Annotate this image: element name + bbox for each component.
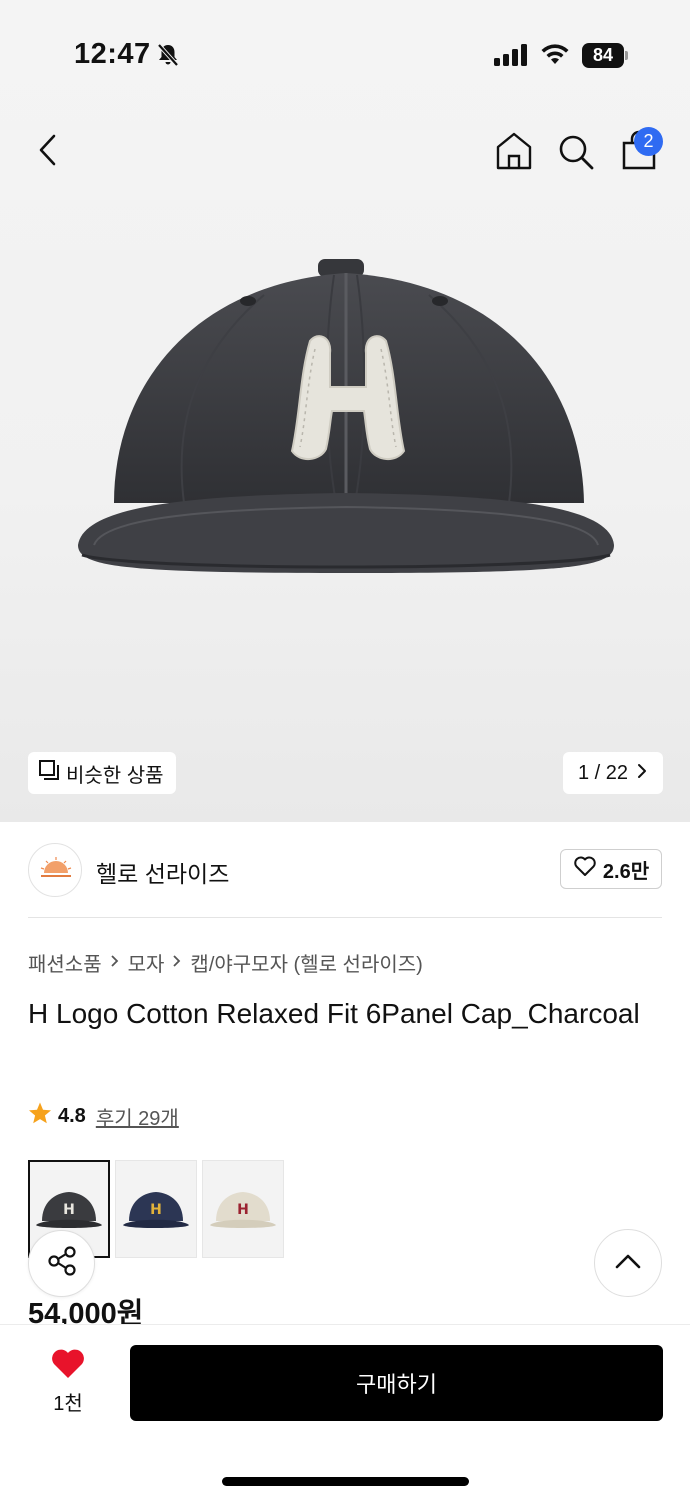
chevron-right-icon	[110, 951, 120, 974]
pager-text: 1 / 22	[577, 761, 629, 784]
brand-like-count: 2.6만	[602, 860, 650, 883]
rating-value: 4.8	[58, 1104, 86, 1127]
breadcrumb-item[interactable]: 캡/야구모자 (헬로 선라이즈)	[190, 948, 422, 977]
back-icon[interactable]	[30, 130, 66, 170]
similar-icon	[38, 759, 60, 787]
battery-icon: 84	[582, 43, 628, 68]
chevron-right-icon	[172, 951, 182, 974]
status-time: 12:47	[74, 38, 151, 70]
product-like-count: 1천	[53, 1393, 83, 1415]
battery-level: 84	[582, 43, 624, 68]
brand-name[interactable]: 헬로 선라이즈	[96, 855, 229, 889]
divider	[28, 917, 662, 918]
product-title: H Logo Cotton Relaxed Fit 6Panel Cap_Cha…	[28, 998, 640, 1029]
svg-text:H: H	[63, 1202, 75, 1218]
signal-icon	[494, 44, 528, 71]
share-button[interactable]	[28, 1230, 95, 1297]
scroll-top-button[interactable]	[594, 1229, 662, 1297]
share-icon	[45, 1244, 79, 1283]
heart-filled-icon	[50, 1349, 86, 1384]
image-pager[interactable]: 1 / 22	[563, 752, 663, 794]
cart-count-badge[interactable]: 2	[634, 127, 663, 156]
bell-off-icon	[155, 42, 181, 73]
variant-thumb-navy[interactable]: H	[115, 1160, 197, 1258]
breadcrumb-item[interactable]: 모자	[128, 948, 165, 977]
breadcrumb-item[interactable]: 패션소품	[28, 948, 102, 977]
chevron-right-icon	[636, 762, 648, 785]
search-icon[interactable]	[556, 132, 596, 172]
wifi-icon	[540, 42, 570, 71]
product-cap-image[interactable]	[74, 255, 619, 585]
svg-text:H: H	[237, 1202, 249, 1218]
rating-row: 4.8 후기 29개	[28, 1101, 179, 1131]
similar-products-button[interactable]: 비슷한 상품	[28, 752, 176, 794]
buy-button[interactable]: 구매하기	[130, 1345, 663, 1421]
chevron-up-icon	[614, 1252, 642, 1275]
variant-thumb-cream[interactable]: H	[202, 1160, 284, 1258]
breadcrumb: 패션소품 모자 캡/야구모자 (헬로 선라이즈)	[28, 948, 423, 977]
brand-like-button[interactable]: 2.6만	[560, 849, 662, 889]
star-icon	[28, 1101, 52, 1131]
heart-outline-icon	[573, 855, 597, 883]
review-link[interactable]: 후기 29개	[96, 1102, 179, 1131]
product-like-button[interactable]: 1천	[40, 1348, 96, 1418]
home-indicator	[222, 1477, 469, 1486]
brand-logo[interactable]	[28, 843, 82, 897]
home-icon[interactable]	[494, 130, 534, 172]
svg-text:H: H	[150, 1202, 162, 1218]
similar-products-label: 비슷한 상품	[66, 764, 164, 787]
